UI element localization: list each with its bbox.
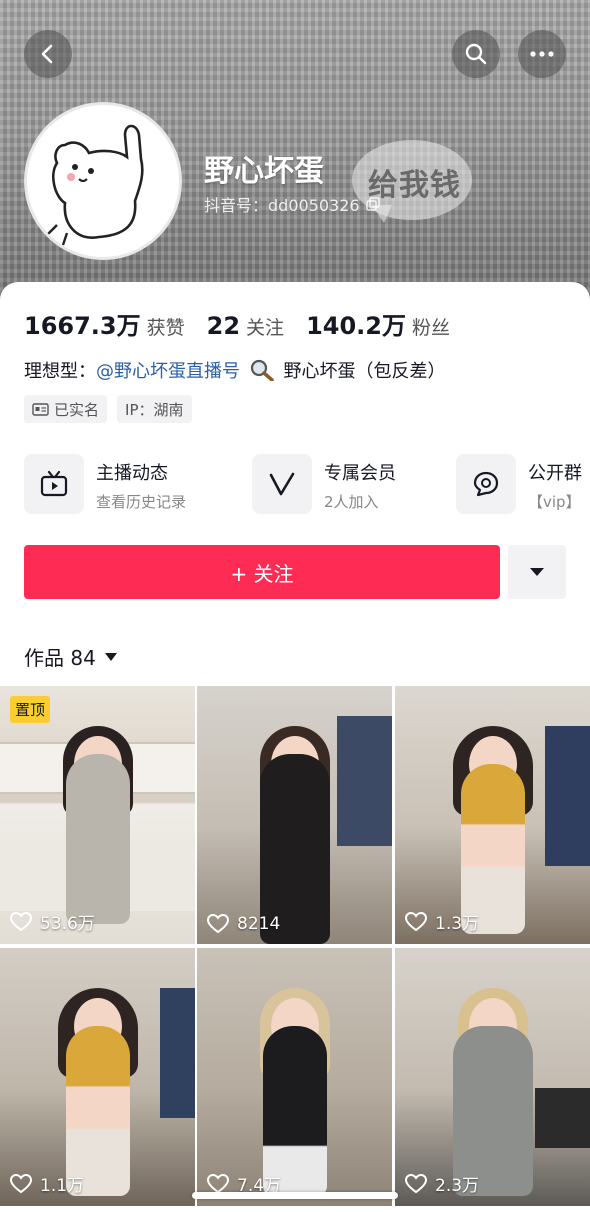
- tag-row: 已实名 IP：湖南: [24, 395, 192, 423]
- v-badge-icon: [269, 472, 295, 496]
- like-count: 1.3万: [405, 909, 479, 934]
- stat-likes[interactable]: 1667.3万 获赞: [24, 306, 185, 341]
- triangle-down-icon: [104, 652, 117, 661]
- bio-prefix: 理想型：: [24, 361, 96, 382]
- heart-icon: [10, 1173, 32, 1193]
- like-count: 1.1万: [10, 1171, 84, 1196]
- back-button[interactable]: [24, 30, 72, 78]
- tv-icon: [40, 471, 68, 497]
- id-card-icon: [32, 402, 49, 416]
- profile-card: 1667.3万 获赞 22 关注 140.2万 粉丝 理想型：@野心坏蛋直播号 …: [0, 282, 590, 1212]
- search-icon: [465, 43, 487, 65]
- banner-text: 给我钱: [368, 168, 461, 203]
- search-button[interactable]: [452, 30, 500, 78]
- heart-icon: [405, 1173, 427, 1193]
- tag-ip-location: IP：湖南: [117, 395, 192, 423]
- like-count: 8214: [207, 914, 280, 934]
- more-button[interactable]: [518, 30, 566, 78]
- works-label: 作品 84: [24, 646, 96, 670]
- feature-live-updates[interactable]: 主播动态 查看历史记录: [24, 454, 186, 516]
- heart-icon: [405, 911, 427, 931]
- follow-button[interactable]: + 关注: [24, 545, 500, 599]
- stat-followers[interactable]: 140.2万 粉丝: [306, 306, 450, 341]
- like-count: 53.6万: [10, 909, 95, 934]
- heart-icon: [207, 914, 229, 934]
- bio: 理想型：@野心坏蛋直播号 野心坏蛋（包反差）: [24, 357, 445, 383]
- copy-icon[interactable]: [365, 197, 380, 211]
- magnifier-icon: [250, 359, 274, 382]
- video-thumbnail[interactable]: 7.4万: [197, 948, 392, 1206]
- video-grid: 置顶 53.6万 8214 1.3万 1.1万 7.4万 2.3万: [0, 686, 590, 1212]
- chevron-left-icon: [41, 44, 53, 64]
- home-indicator[interactable]: [192, 1192, 398, 1199]
- more-options-dropdown[interactable]: [508, 545, 566, 599]
- feature-public-group[interactable]: 公开群 【vip】: [456, 454, 582, 516]
- video-thumbnail[interactable]: 2.3万: [395, 948, 590, 1206]
- video-thumbnail[interactable]: 1.3万: [395, 686, 590, 944]
- heart-icon: [207, 1173, 229, 1193]
- heart-icon: [10, 911, 32, 931]
- video-thumbnail[interactable]: 置顶 53.6万: [0, 686, 195, 944]
- works-tab[interactable]: 作品 84: [24, 642, 118, 671]
- feature-membership[interactable]: 专属会员 2人加入: [252, 454, 396, 516]
- chat-group-icon: [473, 471, 499, 497]
- feature-row: 主播动态 查看历史记录 专属会员 2人加入 公开群 【vip】: [24, 454, 590, 516]
- video-thumbnail[interactable]: 1.1万: [0, 948, 195, 1206]
- douyin-id-text: 抖音号：dd0050326: [204, 196, 360, 215]
- bio-suffix: 野心坏蛋（包反差）: [283, 361, 446, 382]
- profile-name: 野心坏蛋: [204, 154, 324, 189]
- pinned-badge: 置顶: [10, 696, 51, 723]
- douyin-id[interactable]: 抖音号：dd0050326: [204, 192, 380, 216]
- stats-row: 1667.3万 获赞 22 关注 140.2万 粉丝: [24, 306, 450, 341]
- more-dots-icon: [530, 51, 554, 57]
- video-thumbnail[interactable]: 8214: [197, 686, 392, 944]
- bio-mention-link[interactable]: @野心坏蛋直播号: [96, 361, 240, 382]
- like-count: 2.3万: [405, 1171, 479, 1196]
- stat-following[interactable]: 22 关注: [207, 312, 284, 340]
- cartoon-avatar-icon: [46, 124, 144, 246]
- tag-verified: 已实名: [24, 395, 108, 423]
- avatar[interactable]: [24, 102, 182, 260]
- triangle-down-icon: [530, 568, 544, 576]
